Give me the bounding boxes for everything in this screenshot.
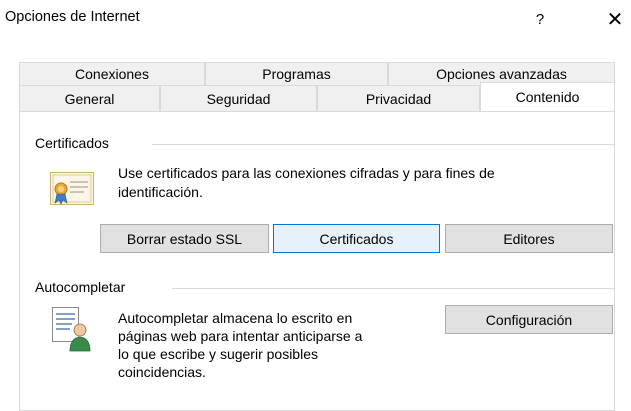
certificates-group-label: Certificados xyxy=(35,135,109,151)
certificates-description-line1: Use certificados para las conexiones cif… xyxy=(118,165,495,181)
content-tab-panel xyxy=(19,111,615,411)
tab-label: General xyxy=(64,90,115,107)
tab-label: Programas xyxy=(262,66,331,82)
autocomplete-description-line1: Autocompletar almacena lo escrito en xyxy=(118,310,353,326)
autocomplete-group-divider xyxy=(172,288,615,289)
publishers-button[interactable]: Editores xyxy=(445,224,613,253)
tab-label: Privacidad xyxy=(365,90,432,107)
tab-label: Seguridad xyxy=(206,90,271,107)
title-bar: Opciones de Internet ? ✕ xyxy=(0,0,631,40)
help-button[interactable]: ? xyxy=(517,4,563,34)
tab-programas[interactable]: Programas xyxy=(205,62,388,85)
tab-conexiones[interactable]: Conexiones xyxy=(19,62,205,85)
close-icon: ✕ xyxy=(606,8,624,31)
autocomplete-description-line3: lo que escribe y sugerir posibles xyxy=(118,346,318,362)
autocomplete-settings-button[interactable]: Configuración xyxy=(445,305,613,334)
certificate-icon xyxy=(50,172,94,205)
certificates-group-divider xyxy=(152,144,615,145)
tab-label: Conexiones xyxy=(75,66,149,82)
tab-contenido[interactable]: Contenido xyxy=(480,82,615,111)
tab-privacidad[interactable]: Privacidad xyxy=(317,85,480,111)
autocomplete-icon xyxy=(52,307,91,352)
help-icon: ? xyxy=(535,10,545,28)
window-title: Opciones de Internet xyxy=(5,9,140,25)
close-button[interactable]: ✕ xyxy=(592,4,631,34)
autocomplete-group-label: Autocompletar xyxy=(35,279,126,295)
clear-ssl-state-button[interactable]: Borrar estado SSL xyxy=(100,224,269,253)
tab-label: Contenido xyxy=(515,89,580,105)
autocomplete-description-line4: coincidencias. xyxy=(118,364,206,380)
tab-general[interactable]: General xyxy=(19,85,160,111)
tab-row-front: General Seguridad Privacidad Contenido xyxy=(19,82,615,111)
certificates-description-line2: identificación. xyxy=(118,184,203,200)
certificates-button[interactable]: Certificados xyxy=(273,224,440,253)
autocomplete-description-line2: páginas web para intentar anticiparse a xyxy=(118,328,363,344)
tab-seguridad[interactable]: Seguridad xyxy=(160,85,317,111)
tab-label: Opciones avanzadas xyxy=(436,66,567,82)
